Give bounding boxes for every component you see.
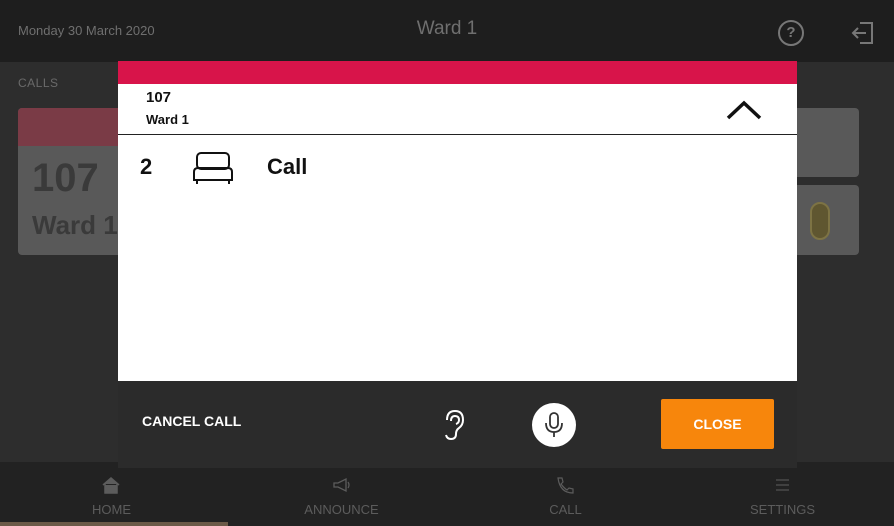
nav-announce[interactable]: ANNOUNCE bbox=[230, 462, 453, 526]
call-list-item[interactable]: 2 Call bbox=[118, 146, 797, 190]
top-bar: Monday 30 March 2020 Ward 1 ? bbox=[0, 0, 894, 62]
call-card-strip bbox=[18, 108, 128, 146]
nav-settings[interactable]: SETTINGS bbox=[671, 462, 894, 526]
close-button[interactable]: CLOSE bbox=[661, 399, 774, 449]
page-title: Ward 1 bbox=[416, 18, 478, 39]
dialog-footer: CANCEL CALL CLOSE bbox=[118, 381, 797, 468]
side-card bbox=[790, 108, 859, 177]
microphone-button[interactable] bbox=[532, 403, 576, 447]
call-type: Call bbox=[267, 154, 308, 179]
side-card-indicator bbox=[790, 185, 859, 255]
logout-icon[interactable] bbox=[850, 20, 876, 46]
nav-home-label: HOME bbox=[92, 502, 131, 517]
nav-call-label: CALL bbox=[549, 502, 582, 517]
nav-settings-label: SETTINGS bbox=[749, 502, 815, 517]
help-icon[interactable]: ? bbox=[778, 20, 804, 46]
bottom-navigation: HOME ANNOUNCE CALL SETTINGS bbox=[0, 462, 894, 526]
call-card[interactable]: 107 Ward 1 bbox=[18, 108, 128, 255]
dialog-accent-bar bbox=[118, 61, 797, 84]
dialog-room-number: 107 bbox=[146, 89, 172, 106]
ear-icon[interactable] bbox=[443, 409, 465, 441]
chevron-up-icon[interactable] bbox=[724, 96, 764, 124]
call-detail-dialog: 107 Ward 1 2 Call CANCEL CALL CLOSE bbox=[118, 61, 797, 468]
menu-icon bbox=[671, 476, 894, 494]
dialog-header: 107 Ward 1 bbox=[118, 84, 797, 135]
nav-call[interactable]: CALL bbox=[454, 462, 677, 526]
call-card-room: 107 bbox=[32, 156, 99, 200]
home-icon bbox=[0, 476, 223, 494]
microphone-icon bbox=[545, 412, 563, 437]
status-pill bbox=[810, 202, 830, 240]
cancel-call-button[interactable]: CANCEL CALL bbox=[142, 413, 241, 429]
nav-home[interactable]: HOME bbox=[0, 462, 223, 526]
nav-announce-label: ANNOUNCE bbox=[304, 502, 379, 517]
call-card-ward: Ward 1 bbox=[32, 210, 118, 240]
bed-number: 2 bbox=[140, 154, 153, 179]
bed-icon bbox=[191, 150, 235, 186]
phone-icon bbox=[454, 476, 677, 494]
nav-active-indicator bbox=[0, 522, 228, 526]
calls-section-label: CALLS bbox=[18, 76, 59, 90]
dialog-ward-name: Ward 1 bbox=[146, 112, 189, 127]
megaphone-icon bbox=[230, 476, 453, 494]
